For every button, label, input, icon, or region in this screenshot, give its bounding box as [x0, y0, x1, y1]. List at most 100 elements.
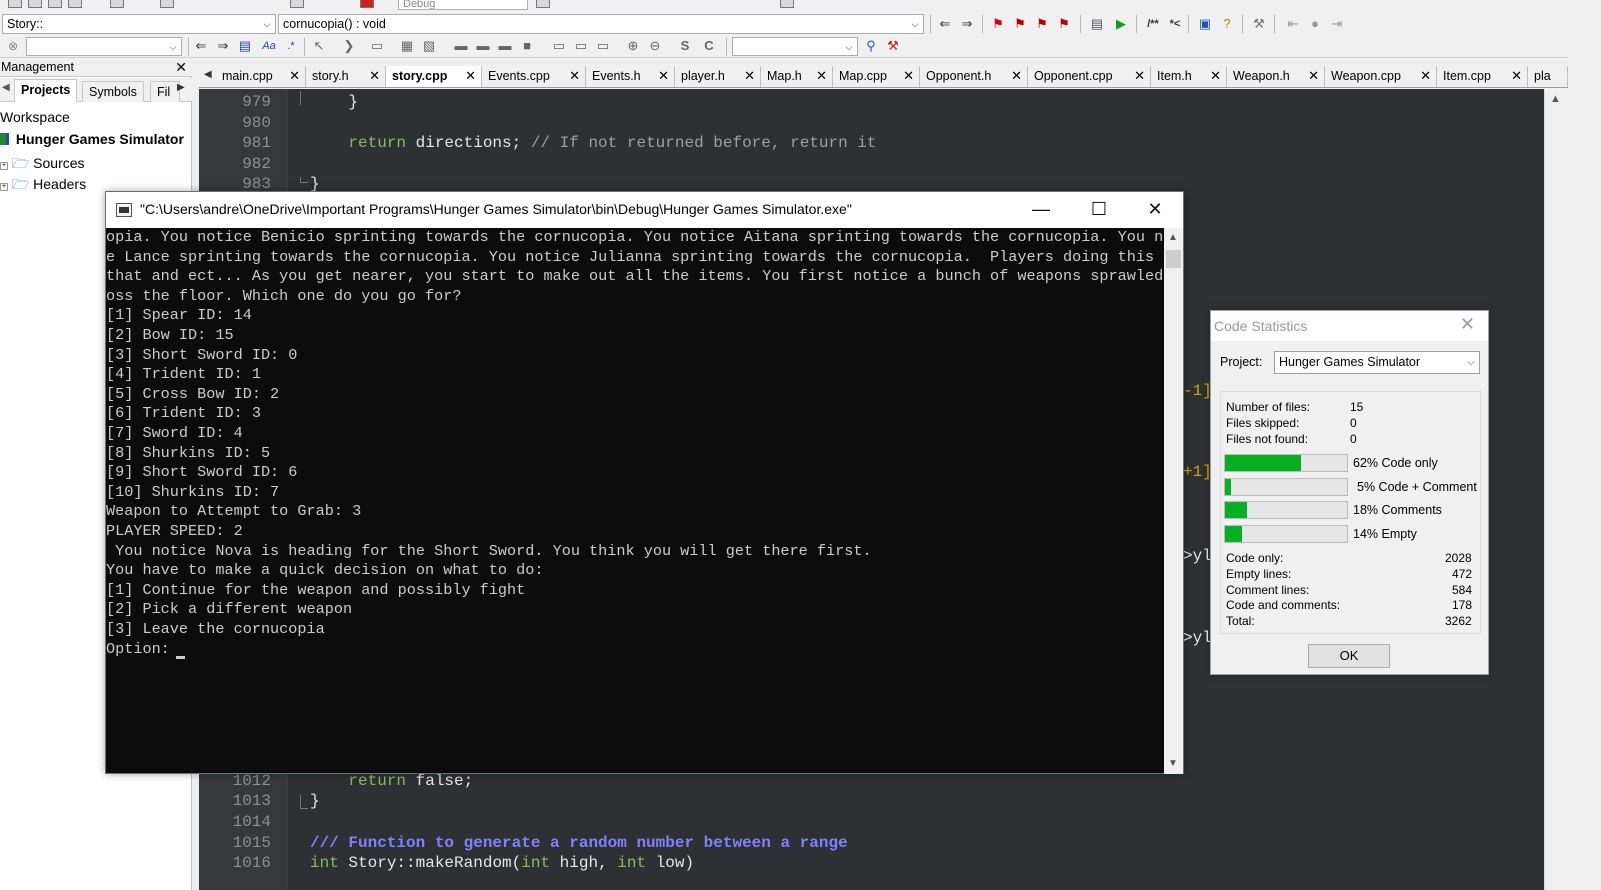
- tab-player-cpp[interactable]: pla: [1528, 66, 1568, 87]
- code-statistics-dialog[interactable]: Code Statistics ✕ Project: Hunger Games …: [1210, 310, 1489, 675]
- close-icon[interactable]: ✕: [1460, 314, 1475, 335]
- scope-select[interactable]: Story:: ⌵: [2, 14, 276, 34]
- previous-bookmark-icon[interactable]: ⚑: [1011, 15, 1029, 33]
- tree-workspace[interactable]: Workspace: [0, 109, 70, 125]
- save-all-icon[interactable]: [68, 0, 82, 8]
- change-marker-icon[interactable]: ●: [1306, 15, 1324, 33]
- block-4-icon[interactable]: ■: [518, 37, 536, 55]
- previous-change-icon[interactable]: ⇤: [1284, 15, 1302, 33]
- tab-story-cpp[interactable]: story.cpp ✕: [386, 66, 482, 87]
- symbol-c-icon[interactable]: C: [700, 37, 718, 55]
- run-search-icon[interactable]: ▤: [1088, 15, 1106, 33]
- frame-3-icon[interactable]: ▭: [594, 37, 612, 55]
- editor-scrollbar[interactable]: ▲: [1544, 89, 1568, 890]
- tab-map-cpp[interactable]: Map.cpp ✕: [833, 66, 920, 87]
- incremental-search-input[interactable]: ⌵: [26, 37, 182, 56]
- tab-scroll-left-icon[interactable]: ◀: [2, 82, 10, 93]
- shape-icon[interactable]: ▧: [420, 37, 438, 55]
- close-icon[interactable]: ✕: [1420, 66, 1431, 86]
- open-file-icon[interactable]: [28, 0, 42, 8]
- project-select[interactable]: Hunger Games Simulator ⌵: [1274, 351, 1480, 374]
- debug-run-icon[interactable]: [536, 0, 550, 8]
- find-icon[interactable]: ⚲: [862, 37, 880, 55]
- toggle-bookmark-icon[interactable]: ⚑: [989, 15, 1007, 33]
- regex-icon[interactable]: .*: [282, 37, 300, 55]
- ok-button[interactable]: OK: [1308, 644, 1390, 668]
- doxygen-comment-icon[interactable]: /**: [1142, 15, 1164, 33]
- search-previous-icon[interactable]: ⇐: [192, 37, 210, 55]
- select-icon[interactable]: ↖: [310, 37, 328, 55]
- doxygen-line-icon[interactable]: *<: [1166, 15, 1184, 33]
- close-icon[interactable]: ✕: [1210, 66, 1221, 86]
- build-icon[interactable]: [290, 0, 304, 8]
- save-icon[interactable]: [48, 0, 62, 8]
- tab-item-cpp[interactable]: Item.cpp ✕: [1437, 66, 1528, 87]
- block-3-icon[interactable]: ▬: [496, 37, 514, 55]
- tab-events-cpp[interactable]: Events.cpp ✕: [482, 66, 586, 87]
- next-bookmark-icon[interactable]: ⚑: [1033, 15, 1051, 33]
- jump-back-icon[interactable]: ⇐: [936, 15, 954, 33]
- maximize-button[interactable]: ☐: [1070, 192, 1128, 228]
- zoom-out-icon[interactable]: ⊖: [646, 37, 664, 55]
- close-icon[interactable]: ✕: [1011, 66, 1022, 86]
- close-icon[interactable]: ✕: [1134, 66, 1145, 86]
- tab-opponent-cpp[interactable]: Opponent.cpp ✕: [1028, 66, 1151, 87]
- expand-icon[interactable]: +: [0, 162, 8, 170]
- minimize-button[interactable]: —: [1012, 192, 1070, 228]
- close-icon[interactable]: ✕: [369, 66, 380, 86]
- debug-window-icon[interactable]: [780, 0, 794, 8]
- block-2-icon[interactable]: ▬: [474, 37, 492, 55]
- tab-player-h[interactable]: player.h ✕: [675, 66, 761, 87]
- build-target-select[interactable]: Debug: [398, 0, 528, 10]
- tab-scroll-left-icon[interactable]: ◀: [204, 69, 212, 80]
- new-file-icon[interactable]: [8, 0, 22, 8]
- match-case-icon[interactable]: Aa: [258, 37, 280, 55]
- tree-headers[interactable]: + 🗁 Headers: [0, 174, 86, 198]
- close-icon[interactable]: ✕: [658, 66, 669, 86]
- tab-weapon-cpp[interactable]: Weapon.cpp ✕: [1325, 66, 1437, 87]
- tab-files[interactable]: Fil: [150, 81, 180, 102]
- close-icon[interactable]: ✕: [1511, 66, 1522, 86]
- scroll-down-icon[interactable]: ▼: [1168, 758, 1178, 769]
- find-options-icon[interactable]: ⚒: [884, 37, 902, 55]
- clear-search-icon[interactable]: ⊗: [4, 37, 22, 55]
- help-icon[interactable]: ?: [1218, 15, 1236, 33]
- jump-to-input[interactable]: ⌵: [732, 37, 858, 56]
- doxywizard-icon[interactable]: ▣: [1196, 15, 1214, 33]
- scroll-up-icon[interactable]: ▲: [1550, 93, 1561, 105]
- frame-2-icon[interactable]: ▭: [572, 37, 590, 55]
- zoom-in-icon[interactable]: ⊕: [624, 37, 642, 55]
- tab-map-h[interactable]: Map.h ✕: [761, 66, 833, 87]
- settings-wrench-icon[interactable]: ⚒: [1250, 15, 1268, 33]
- rectangle-icon[interactable]: ▭: [368, 37, 386, 55]
- console-titlebar[interactable]: "C:\Users\andre\OneDrive\Important Progr…: [106, 192, 1183, 228]
- close-button[interactable]: ✕: [1126, 192, 1184, 228]
- search-next-icon[interactable]: ⇒: [214, 37, 232, 55]
- scrollbar-thumb[interactable]: [1166, 250, 1181, 268]
- cut-icon[interactable]: [160, 0, 174, 8]
- close-icon[interactable]: ✕: [465, 66, 476, 86]
- tab-projects[interactable]: Projects: [14, 79, 78, 102]
- close-icon[interactable]: ✕: [569, 66, 580, 86]
- tab-symbols[interactable]: Symbols: [82, 81, 144, 102]
- close-icon[interactable]: ✕: [816, 66, 827, 86]
- tree-project[interactable]: Hunger Games Simulator: [0, 131, 184, 147]
- tab-weapon-h[interactable]: Weapon.h ✕: [1227, 66, 1325, 87]
- next-change-icon[interactable]: ⇥: [1328, 15, 1346, 33]
- close-icon[interactable]: ✕: [1308, 66, 1319, 86]
- block-1-icon[interactable]: ▬: [452, 37, 470, 55]
- jump-forward-icon[interactable]: ⇒: [958, 15, 976, 33]
- console-scrollbar[interactable]: ▲ ▼: [1164, 228, 1183, 774]
- close-icon[interactable]: ✕: [289, 66, 300, 86]
- tab-events-h[interactable]: Events.h ✕: [586, 66, 675, 87]
- function-select[interactable]: cornucopia() : void ⌵: [278, 14, 924, 34]
- image-icon[interactable]: ▦: [398, 37, 416, 55]
- tab-opponent-h[interactable]: Opponent.h ✕: [920, 66, 1028, 87]
- close-icon[interactable]: ✕: [744, 66, 755, 86]
- undo-icon[interactable]: [110, 0, 124, 8]
- run-to-cursor-icon[interactable]: ▶: [1112, 15, 1130, 33]
- tab-item-h[interactable]: Item.h ✕: [1151, 66, 1227, 87]
- dialog-titlebar[interactable]: Code Statistics ✕: [1211, 311, 1488, 341]
- close-icon[interactable]: ✕: [175, 58, 187, 76]
- tab-story-h[interactable]: story.h ✕: [306, 66, 386, 87]
